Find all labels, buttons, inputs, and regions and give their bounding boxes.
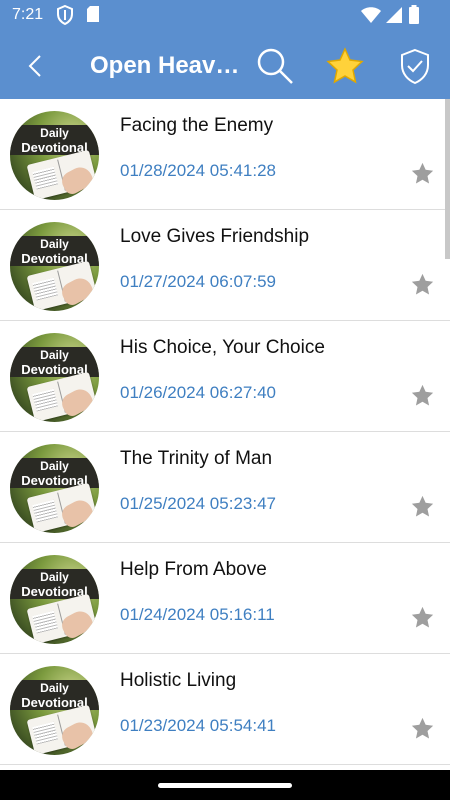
thumbnail-line1: Daily: [40, 348, 69, 362]
star-icon: [410, 273, 435, 301]
back-button[interactable]: [18, 50, 54, 82]
list-item[interactable]: Daily Devotional Holistic Living 01/23/2…: [0, 654, 450, 765]
search-icon: [255, 48, 295, 90]
devotional-thumbnail: Daily Devotional: [10, 333, 99, 422]
scrollbar[interactable]: [445, 99, 450, 259]
item-title: Holistic Living: [120, 670, 237, 691]
sd-card-icon: [86, 5, 100, 28]
status-time: 7:21: [12, 6, 44, 23]
thumbnail-line1: Daily: [40, 681, 69, 695]
item-date: 01/26/2024 06:27:40: [120, 383, 276, 402]
item-date: 01/27/2024 06:07:59: [120, 272, 276, 291]
favorite-toggle[interactable]: [410, 716, 435, 741]
thumbnail-line1: Daily: [40, 126, 69, 140]
signal-icon: [385, 5, 403, 30]
system-nav-bar: [0, 770, 450, 800]
favorite-toggle[interactable]: [410, 161, 435, 186]
item-date: 01/23/2024 05:54:41: [120, 716, 276, 735]
star-icon: [410, 717, 435, 745]
list-item[interactable]: Daily Devotional Facing the Enemy 01/28/…: [0, 99, 450, 210]
star-favorites-icon: [325, 47, 365, 90]
star-icon: [410, 606, 435, 634]
item-date: 01/24/2024 05:16:11: [120, 605, 275, 624]
devotional-thumbnail: Daily Devotional: [10, 666, 99, 755]
battery-icon: [408, 5, 420, 30]
item-date: 01/25/2024 05:23:47: [120, 494, 276, 513]
item-title: Love Gives Friendship: [120, 226, 310, 247]
favorite-toggle[interactable]: [410, 605, 435, 630]
star-icon: [410, 495, 435, 523]
devotional-thumbnail: Daily Devotional: [10, 444, 99, 533]
list-item[interactable]: Daily Devotional His Choice, Your Choice…: [0, 321, 450, 432]
item-date: 01/28/2024 05:41:28: [120, 161, 276, 180]
item-title: His Choice, Your Choice: [120, 337, 325, 358]
list-item[interactable]: Daily Devotional Love Gives Friendship 0…: [0, 210, 450, 321]
item-title: Help From Above: [120, 559, 267, 580]
favorite-toggle[interactable]: [410, 383, 435, 408]
favorites-button[interactable]: [325, 46, 365, 86]
status-bar: 7:21: [0, 0, 450, 32]
wifi-icon: [360, 5, 382, 30]
thumbnail-line1: Daily: [40, 570, 69, 584]
search-button[interactable]: [255, 46, 295, 86]
star-icon: [410, 162, 435, 190]
toolbar: Open Heav…: [0, 32, 450, 99]
thumbnail-line1: Daily: [40, 459, 69, 473]
app-bar: 7:21 Open Heav…: [0, 0, 450, 99]
item-title: The Trinity of Man: [120, 448, 273, 469]
devotional-thumbnail: Daily Devotional: [10, 555, 99, 644]
devotional-thumbnail: Daily Devotional: [10, 111, 99, 200]
devotional-list: Daily Devotional Facing the Enemy 01/28/…: [0, 99, 450, 770]
star-icon: [410, 384, 435, 412]
devotional-thumbnail: Daily Devotional: [10, 222, 99, 311]
shield-check-icon: [395, 48, 435, 90]
home-gesture-handle[interactable]: [158, 783, 292, 788]
favorite-toggle[interactable]: [410, 494, 435, 519]
shield-status-icon: [56, 4, 74, 30]
list-item[interactable]: Daily Devotional The Trinity of Man 01/2…: [0, 432, 450, 543]
privacy-button[interactable]: [395, 46, 435, 86]
item-title: Facing the Enemy: [120, 115, 274, 136]
back-arrow-icon: [18, 55, 54, 86]
page-title: Open Heav…: [90, 52, 240, 79]
favorite-toggle[interactable]: [410, 272, 435, 297]
list-item[interactable]: Daily Devotional Help From Above 01/24/2…: [0, 543, 450, 654]
thumbnail-line1: Daily: [40, 237, 69, 251]
